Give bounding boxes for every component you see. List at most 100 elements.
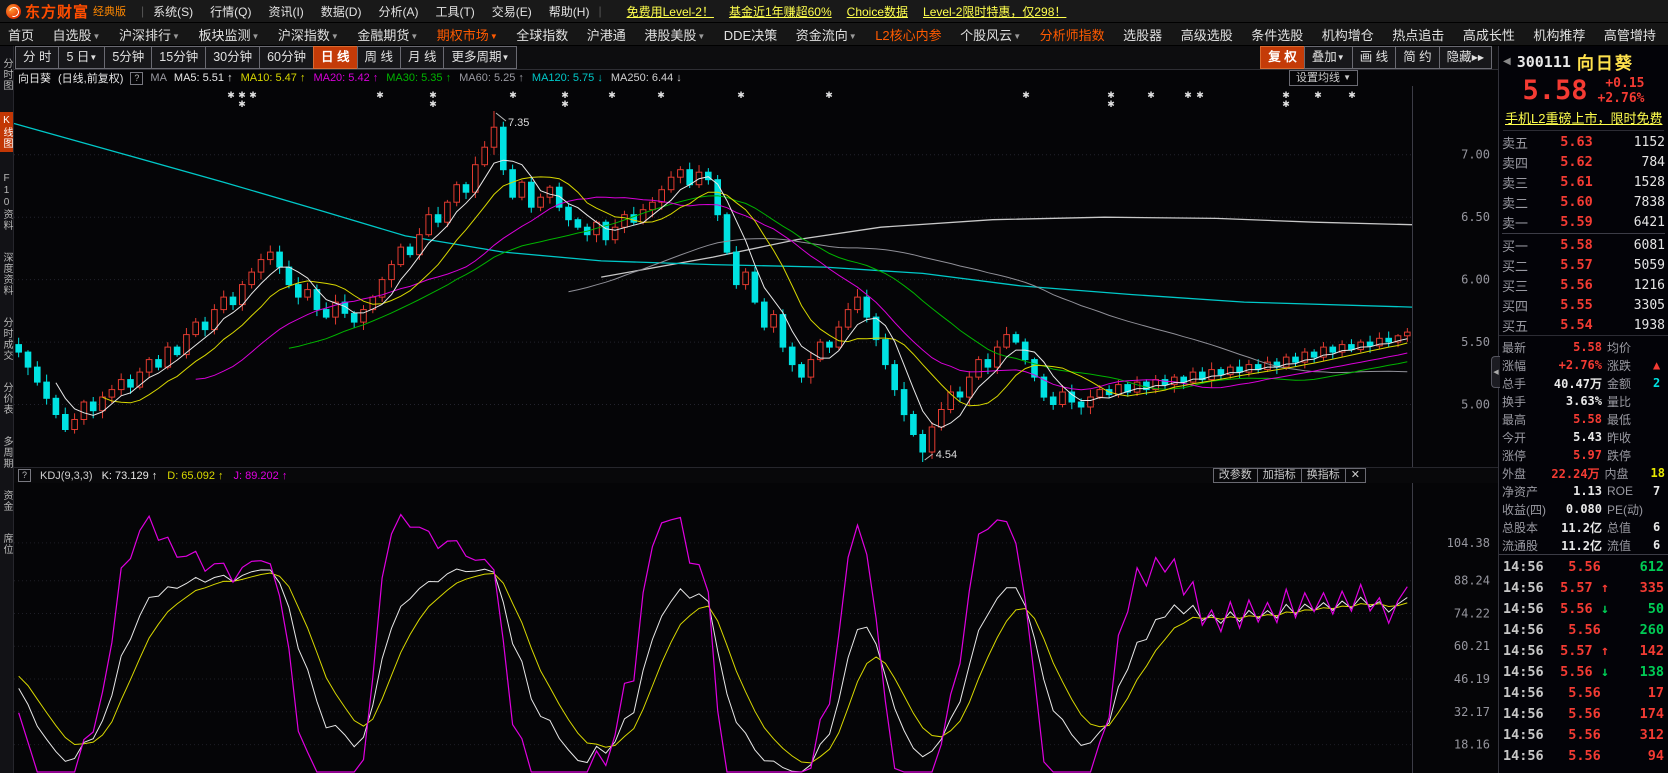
menu-item[interactable]: 系统(S) — [153, 3, 193, 20]
collapse-left-icon[interactable]: ◀ — [1503, 56, 1511, 67]
promo-link[interactable]: 基金近1年赚超60% — [729, 3, 832, 20]
menu-item[interactable]: 交易(E) — [492, 3, 532, 20]
order-book-row[interactable]: 买五5.541938 — [1502, 315, 1665, 335]
nav-item[interactable]: 板块监测▼ — [198, 25, 259, 44]
display-button[interactable]: 叠加▼ — [1304, 46, 1353, 69]
order-book-row[interactable]: 卖三5.611528 — [1502, 172, 1665, 192]
display-button[interactable]: 画 线 — [1352, 46, 1396, 69]
nav-item[interactable]: DDE决策 — [724, 25, 777, 44]
display-button[interactable]: 隐藏▶▶ — [1439, 46, 1492, 69]
nav-item[interactable]: 高成长性 — [1463, 25, 1515, 44]
period-button[interactable]: 30分钟 — [205, 46, 260, 69]
nav-item[interactable]: 沪深排行▼ — [119, 25, 180, 44]
order-book-row[interactable]: 买一5.586081 — [1502, 235, 1665, 255]
stat-label: 总股本 — [1502, 519, 1538, 536]
sidebar-item[interactable]: 资金 — [0, 490, 13, 512]
svg-text:60.21: 60.21 — [1454, 639, 1490, 653]
stat-label: 换手 — [1502, 393, 1530, 410]
nav-item[interactable]: 高级选股 — [1181, 25, 1233, 44]
help-icon[interactable]: ? — [18, 469, 31, 482]
nav-item[interactable]: 全球指数 — [516, 25, 568, 44]
help-icon[interactable]: ? — [130, 72, 143, 85]
tick-price: 5.57 ↑ — [1551, 580, 1618, 596]
nav-item[interactable]: 期权市场▼ — [437, 25, 498, 44]
order-book-row[interactable]: 买四5.553305 — [1502, 295, 1665, 315]
menu-item[interactable]: 帮助(H) — [549, 3, 590, 20]
nav-item[interactable]: 自选股▼ — [53, 25, 101, 44]
display-button[interactable]: 复 权 — [1260, 46, 1304, 69]
period-button[interactable]: 月 线 — [400, 46, 444, 69]
sidebar-item[interactable]: 深度资料 — [0, 252, 13, 296]
menu-item[interactable]: 数据(D) — [321, 3, 362, 20]
nav-item[interactable]: 港股美股▼ — [644, 25, 705, 44]
nav-item[interactable]: 金融期货▼ — [357, 25, 418, 44]
period-button[interactable]: 5 日▼ — [58, 46, 105, 69]
sidebar-item[interactable]: 席位 — [0, 533, 13, 555]
period-button[interactable]: 更多周期▼ — [443, 46, 517, 69]
nav-item[interactable]: 首页 — [8, 25, 34, 44]
nav-item[interactable]: 机构增仓 — [1322, 25, 1374, 44]
order-book: 卖五5.631152卖四5.62784卖三5.611528卖二5.607838卖… — [1499, 131, 1668, 335]
panel-collapse-handle[interactable]: ◀ — [1491, 356, 1500, 388]
double-arrow-icon: ▶▶ — [1472, 53, 1484, 62]
nav-item[interactable]: 机构推荐 — [1533, 25, 1585, 44]
nav-item[interactable]: 个股风云▼ — [960, 25, 1021, 44]
indicator-button[interactable]: 加指标 — [1257, 468, 1302, 483]
menu-item[interactable]: 资讯(I) — [268, 3, 303, 20]
sidebar-item[interactable]: K线图 — [0, 112, 13, 152]
indicator-button[interactable]: 换指标 — [1301, 468, 1346, 483]
nav-item[interactable]: 资金流向▼ — [796, 25, 857, 44]
sidebar-item[interactable]: 分时成交 — [0, 317, 13, 361]
app-window: 东方财富 经典版 | 系统(S)行情(Q)资讯(I)数据(D)分析(A)工具(T… — [0, 0, 1668, 773]
level-price: 5.63 — [1540, 134, 1613, 150]
order-book-row[interactable]: 卖五5.631152 — [1502, 132, 1665, 152]
period-button[interactable]: 60分钟 — [259, 46, 314, 69]
period-button[interactable]: 分 时 — [15, 46, 59, 69]
nav-item[interactable]: 热点追击 — [1392, 25, 1444, 44]
nav-item[interactable]: 沪港通 — [587, 25, 626, 44]
nav-item[interactable]: L2核心内参 — [875, 25, 941, 44]
stat-label: 量比 — [1607, 393, 1653, 410]
level-volume: 1528 — [1613, 175, 1665, 190]
nav-item[interactable]: 高管增持 — [1604, 25, 1656, 44]
indicator-button[interactable]: 改参数 — [1213, 468, 1258, 483]
display-button[interactable]: 简 约 — [1395, 46, 1439, 69]
nav-item[interactable]: 条件选股 — [1251, 25, 1303, 44]
stat-row: 今开5.43昨收 — [1502, 428, 1665, 446]
svg-text:✱: ✱ — [1107, 99, 1115, 109]
sidebar-item[interactable]: 分价表 — [0, 382, 13, 415]
nav-item[interactable]: 沪深指数▼ — [278, 25, 339, 44]
close-icon[interactable]: ✕ — [1345, 468, 1366, 483]
arrow-up-icon: ↑ — [282, 470, 288, 482]
promo-banner-link[interactable]: 手机L2重磅上市，限时免费 — [1503, 107, 1664, 131]
order-book-row[interactable]: 卖四5.62784 — [1502, 152, 1665, 172]
main-candlestick-chart[interactable]: 7.006.506.005.505.00✱✱✱✱✱✱✱✱✱✱✱✱✱✱✱✱✱✱✱✱… — [14, 86, 1498, 467]
ma-value: MA10: 5.47 ↑ — [241, 72, 306, 84]
nav-item[interactable]: 分析师指数 — [1040, 25, 1105, 44]
arrow-down-icon: ↓ — [597, 72, 603, 84]
kdj-indicator-chart[interactable]: 104.3888.2474.2260.2146.1932.1718.16 — [14, 483, 1498, 773]
promo-link[interactable]: 免费用Level-2！ — [627, 3, 714, 20]
period-button[interactable]: 5分钟 — [104, 46, 152, 69]
period-button[interactable]: 周 线 — [357, 46, 401, 69]
menu-item[interactable]: 行情(Q) — [210, 3, 251, 20]
menu-item[interactable]: 分析(A) — [378, 3, 418, 20]
order-book-row[interactable]: 卖一5.596421 — [1502, 212, 1665, 232]
sidebar-item[interactable]: F10资料 — [0, 173, 13, 231]
tick-volume: 174 — [1618, 706, 1664, 722]
sidebar-item[interactable]: 多周期 — [0, 436, 13, 469]
sidebar-item[interactable]: 分时图 — [0, 58, 13, 91]
tick-price: 5.56 ↓ — [1551, 601, 1618, 617]
promo-link[interactable]: Choice数据 — [847, 3, 908, 20]
display-buttons: 复 权叠加▼画 线简 约隐藏▶▶ — [1261, 46, 1492, 69]
order-book-row[interactable]: 买二5.575059 — [1502, 255, 1665, 275]
main-area: 分时图 K线图 F10资料深度资料分时成交分价表多周期资金席位 分 时5 日▼5分钟… — [0, 46, 1668, 773]
nav-item[interactable]: 选股器 — [1123, 25, 1162, 44]
promo-link[interactable]: Level-2限时特惠，仅298！ — [923, 3, 1066, 20]
ma-settings-button[interactable]: 设置均线 ▼ — [1289, 70, 1358, 86]
menu-item[interactable]: 工具(T) — [435, 3, 474, 20]
period-button[interactable]: 日 线 — [313, 46, 357, 69]
order-book-row[interactable]: 买三5.561216 — [1502, 275, 1665, 295]
order-book-row[interactable]: 卖二5.607838 — [1502, 192, 1665, 212]
period-button[interactable]: 15分钟 — [151, 46, 206, 69]
